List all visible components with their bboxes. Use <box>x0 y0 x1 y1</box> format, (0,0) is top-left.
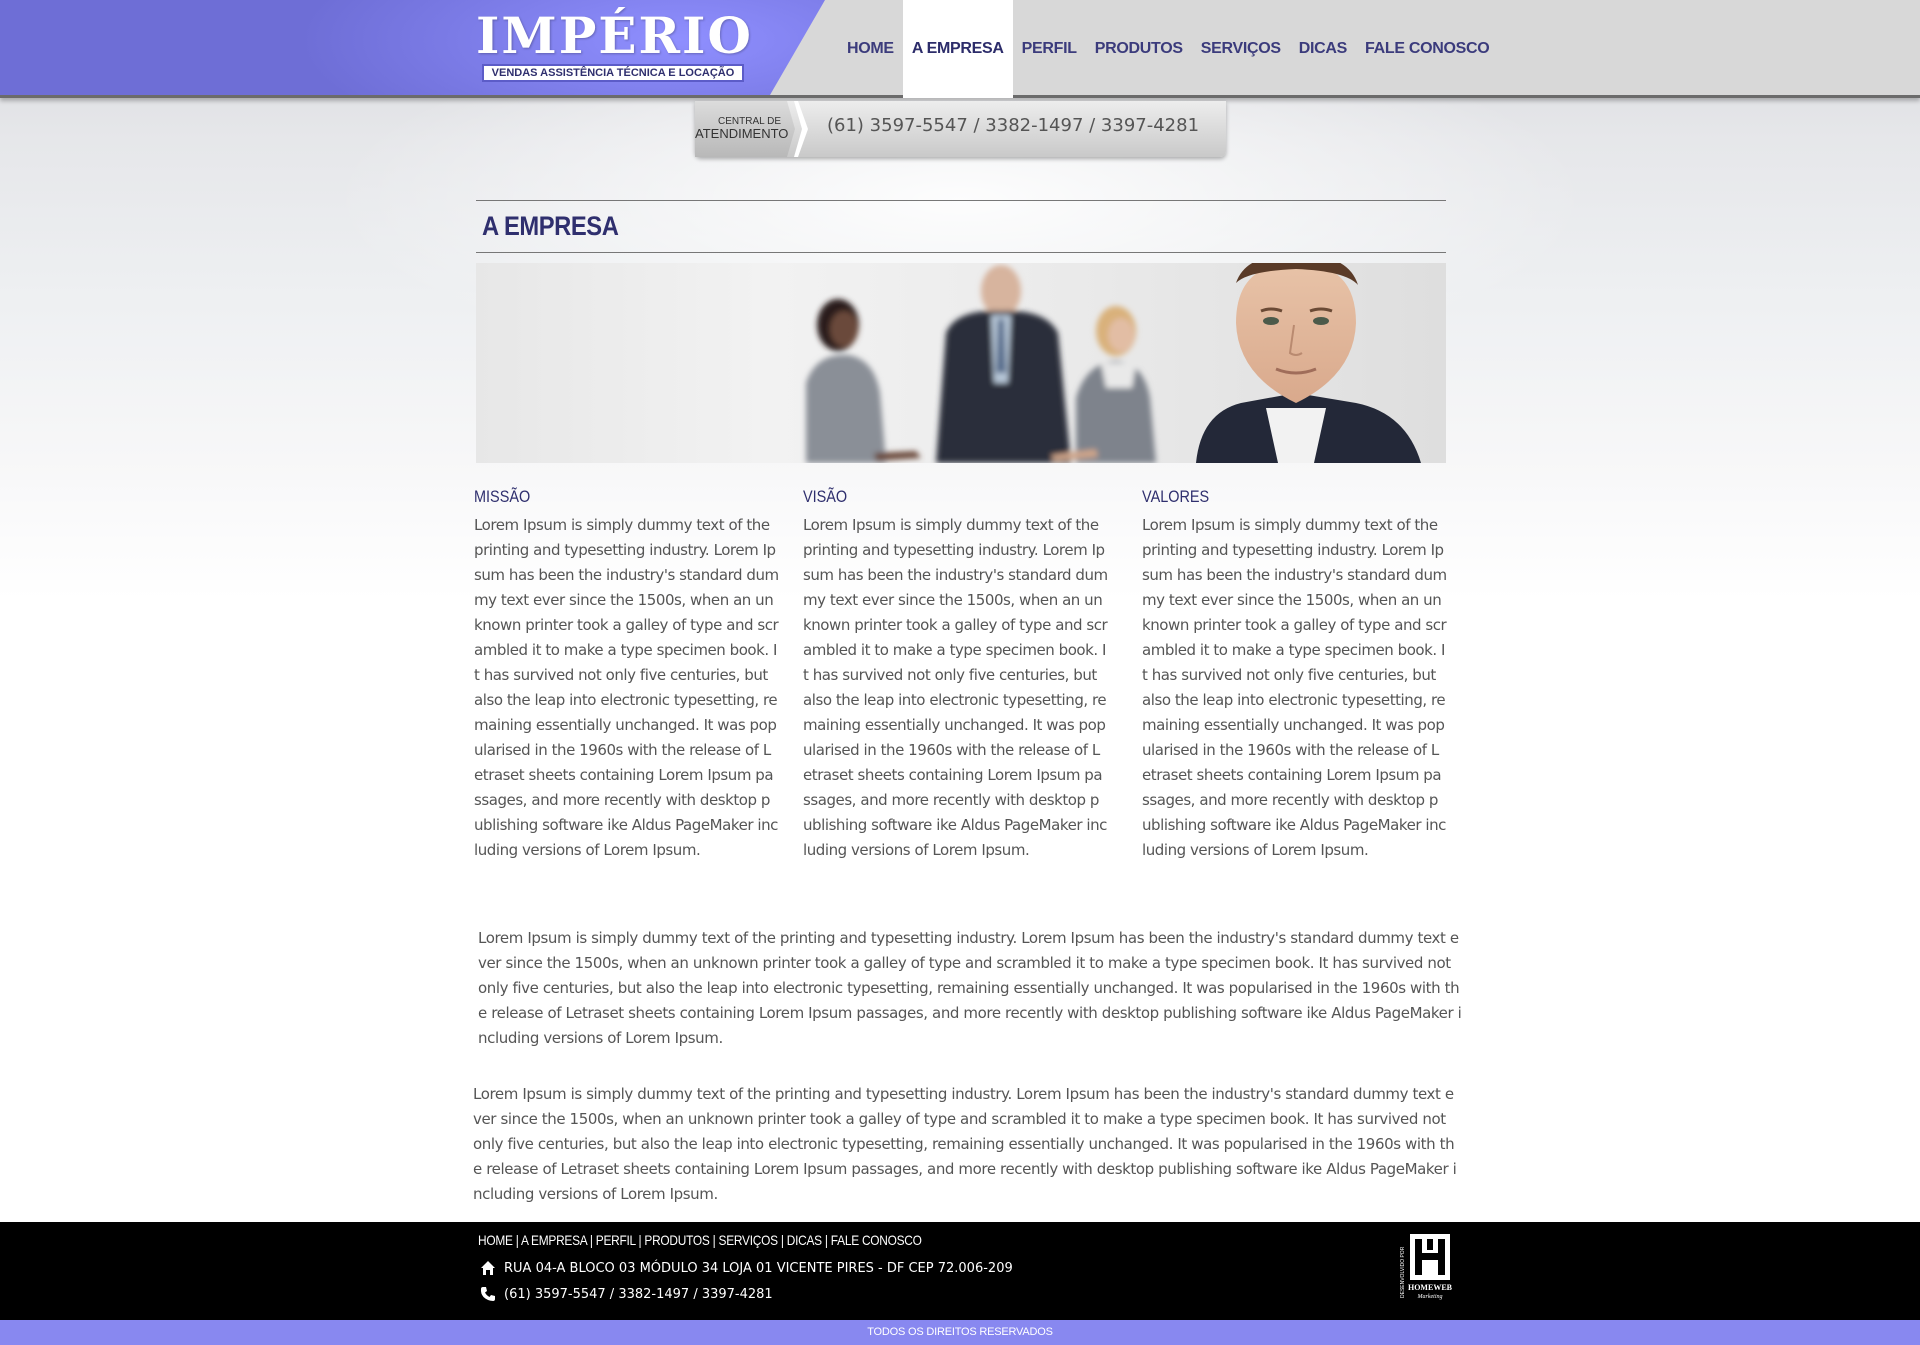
footer-link-fale-conosco[interactable]: FALE CONOSCO <box>831 1232 922 1248</box>
main-nav: HOME A EMPRESA PERFIL PRODUTOS SERVIÇOS … <box>838 0 1498 98</box>
footer-nav-separator: | <box>512 1232 521 1248</box>
footer-link-perfil[interactable]: PERFIL <box>596 1232 636 1248</box>
footer-address-row: RUA 04-A BLOCO 03 MÓDULO 34 LOJA 01 VICE… <box>480 1260 1013 1276</box>
footer-link-a-empresa[interactable]: A EMPRESA <box>521 1232 587 1248</box>
footer-nav: HOME | A EMPRESA | PERFIL | PRODUTOS | S… <box>478 1232 922 1248</box>
column-heading-visao: VISÃO <box>803 487 848 506</box>
footer-nav-separator: | <box>777 1232 787 1248</box>
banner-image <box>476 263 1446 463</box>
page-title-bar: A EMPRESA <box>476 200 1446 253</box>
brand-tagline: VENDAS ASSISTÊNCIA TÉCNICA E LOCAÇÃO <box>482 64 744 82</box>
footer-nav-separator: | <box>635 1232 645 1248</box>
paragraph-1: Lorem Ipsum is simply dummy text of the … <box>478 929 1462 1047</box>
nav-item-dicas[interactable]: DICAS <box>1290 0 1356 98</box>
footer-link-produtos[interactable]: PRODUTOS <box>644 1232 709 1248</box>
footer-phones: (61) 3597-5547 / 3382-1497 / 3397-4281 <box>504 1286 773 1302</box>
developer-sub: Marketing <box>1417 1294 1443 1300</box>
chevron-right-icon <box>794 101 808 157</box>
site-footer: HOME | A EMPRESA | PERFIL | PRODUTOS | S… <box>0 1222 1920 1320</box>
column-valores: VALORES Lorem Ipsum is simply dummy text… <box>1142 487 1447 863</box>
column-heading-valores: VALORES <box>1142 487 1210 506</box>
nav-item-a-empresa[interactable]: A EMPRESA <box>902 0 1013 98</box>
developer-name: HOMEWEB <box>1408 1283 1453 1292</box>
site-header: IMPÉRIO VENDAS ASSISTÊNCIA TÉCNICA E LOC… <box>0 0 1920 98</box>
brand-logo-title[interactable]: IMPÉRIO <box>476 6 751 65</box>
page-title: A EMPRESA <box>482 211 619 241</box>
contact-bar: CENTRAL DE ATENDIMENTO (61) 3597-5547 / … <box>695 101 1226 157</box>
footer-link-home[interactable]: HOME <box>478 1232 513 1248</box>
nav-item-servicos[interactable]: SERVIÇOS <box>1192 0 1290 98</box>
footer-nav-separator: | <box>709 1232 719 1248</box>
nav-item-home[interactable]: HOME <box>838 0 903 98</box>
footer-link-servicos[interactable]: SERVIÇOS <box>719 1232 779 1248</box>
footer-phone-row: (61) 3597-5547 / 3382-1497 / 3397-4281 <box>480 1286 773 1302</box>
developer-side-text: DESENVOLVIDO POR <box>1400 1246 1406 1298</box>
nav-item-fale-conosco[interactable]: FALE CONOSCO <box>1356 0 1498 98</box>
footer-link-dicas[interactable]: DICAS <box>787 1232 822 1248</box>
nav-item-perfil[interactable]: PERFIL <box>1013 0 1086 98</box>
paragraph-2: Lorem Ipsum is simply dummy text of the … <box>473 1085 1457 1203</box>
column-text-valores: Lorem Ipsum is simply dummy text of the … <box>1142 516 1447 859</box>
column-text-missao: Lorem Ipsum is simply dummy text of the … <box>474 516 779 859</box>
nav-item-produtos[interactable]: PRODUTOS <box>1086 0 1192 98</box>
business-people-photo-icon <box>806 263 1421 463</box>
homeweb-logo-icon[interactable]: DESENVOLVIDO POR HOMEWEB Marketing <box>1400 1232 1456 1312</box>
column-heading-missao: MISSÃO <box>474 487 531 506</box>
column-text-visao: Lorem Ipsum is simply dummy text of the … <box>803 516 1108 859</box>
contact-bar-label: CENTRAL DE ATENDIMENTO <box>695 101 795 157</box>
column-visao: VISÃO Lorem Ipsum is simply dummy text o… <box>803 487 1108 863</box>
copyright-bar: TODOS OS DIREITOS RESERVADOS <box>0 1320 1920 1345</box>
footer-nav-separator: | <box>821 1232 831 1248</box>
contact-phones: (61) 3597-5547 / 3382-1497 / 3397-4281 <box>827 115 1200 136</box>
footer-nav-separator: | <box>586 1232 596 1248</box>
phone-icon <box>480 1286 496 1302</box>
footer-address: RUA 04-A BLOCO 03 MÓDULO 34 LOJA 01 VICE… <box>504 1260 1013 1276</box>
column-missao: MISSÃO Lorem Ipsum is simply dummy text … <box>474 487 779 863</box>
home-icon <box>480 1260 496 1276</box>
contact-label-line2: ATENDIMENTO <box>695 126 789 141</box>
